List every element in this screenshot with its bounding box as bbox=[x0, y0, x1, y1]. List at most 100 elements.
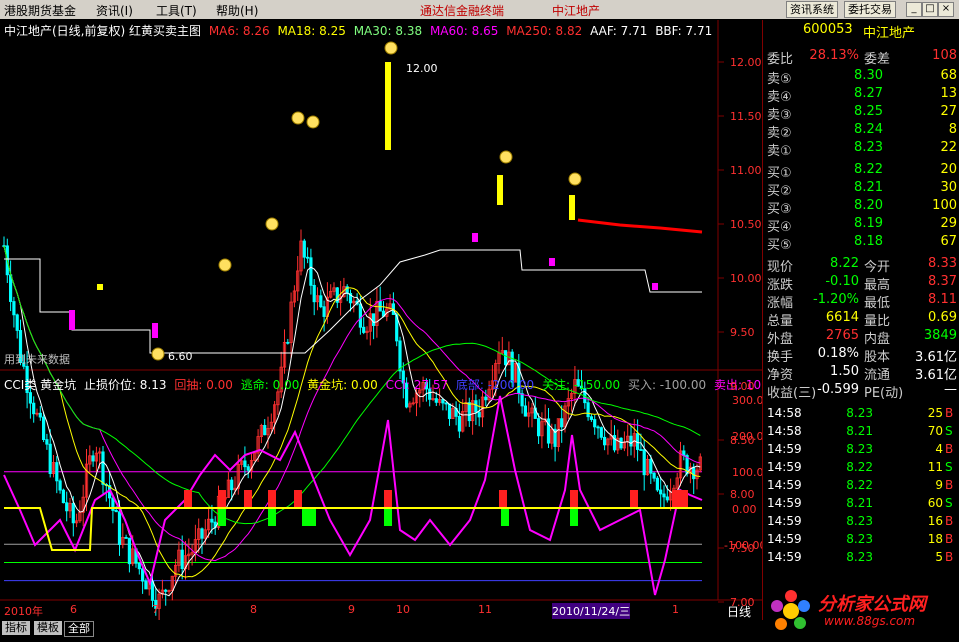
tick-row: 14:59 8.23 18 B bbox=[763, 532, 959, 550]
stat-value-2: 8.33 bbox=[928, 256, 957, 271]
tick-row: 14:58 8.23 25 B bbox=[763, 406, 959, 424]
stat-value: 0.18% bbox=[817, 346, 859, 361]
tick-price: 8.21 bbox=[846, 424, 873, 438]
minimize-icon[interactable]: _ bbox=[906, 2, 922, 17]
candle-body bbox=[286, 341, 290, 344]
news-system-button[interactable]: 资讯系统 bbox=[786, 1, 838, 18]
period-selector[interactable]: 日线 bbox=[727, 603, 751, 620]
stat-row: 涨跌 -0.10 最高 8.37 bbox=[763, 274, 959, 293]
ask-price: 8.30 bbox=[854, 68, 883, 83]
price-tick: 11.50 bbox=[730, 110, 762, 123]
escape-block bbox=[268, 509, 276, 526]
stat-label: 现价 bbox=[767, 260, 794, 275]
ask-price: 8.24 bbox=[854, 122, 883, 137]
tick-row: 14:58 8.21 70 S bbox=[763, 424, 959, 442]
ask-price: 8.27 bbox=[854, 86, 883, 101]
ask-price: 8.23 bbox=[854, 140, 883, 155]
high-price-label: 12.00 bbox=[406, 62, 438, 75]
tick-price: 8.22 bbox=[846, 478, 873, 492]
bid-row[interactable]: 买⑤ 8.18 67 bbox=[763, 234, 959, 253]
signal-bar-yellow bbox=[569, 195, 575, 220]
ask-row[interactable]: 卖③ 8.25 27 bbox=[763, 104, 959, 123]
pullback-value: 回抽: 0.00 bbox=[174, 378, 233, 392]
tab-indicator[interactable]: 指标 bbox=[2, 621, 30, 635]
bbf-value: BBF: 7.71 bbox=[655, 24, 713, 38]
logo-url: www.88gs.com bbox=[824, 614, 916, 628]
tick-time: 14:58 bbox=[767, 406, 802, 420]
candle-body bbox=[503, 350, 508, 366]
ask-row[interactable]: 卖② 8.24 8 bbox=[763, 122, 959, 141]
stat-row: 收益(三) -0.599 PE(动) — bbox=[763, 382, 959, 401]
candle-body bbox=[243, 460, 247, 468]
tab-template[interactable]: 模板 bbox=[34, 621, 62, 635]
ma18-value: MA18: 8.25 bbox=[277, 24, 346, 38]
stat-label: 总量 bbox=[767, 314, 794, 329]
candle-body bbox=[8, 274, 13, 302]
stat-label: 外盘 bbox=[767, 332, 794, 347]
tick-side: B bbox=[945, 514, 954, 528]
bid-row[interactable]: 买① 8.22 20 bbox=[763, 162, 959, 181]
bid-row[interactable]: 买② 8.21 30 bbox=[763, 180, 959, 199]
candle-body bbox=[662, 493, 666, 498]
candle-body bbox=[305, 256, 310, 259]
tick-row: 14:59 8.21 60 S bbox=[763, 496, 959, 514]
bid-volume: 20 bbox=[940, 162, 957, 177]
candle-body bbox=[137, 562, 141, 570]
stat-row: 涨幅 -1.20% 最低 8.11 bbox=[763, 292, 959, 311]
bid-price: 8.20 bbox=[854, 198, 883, 213]
escape-block bbox=[501, 509, 509, 526]
goldpit-value: 黄金坑: 0.00 bbox=[307, 378, 378, 392]
ask-row[interactable]: 卖⑤ 8.30 68 bbox=[763, 68, 959, 87]
price-tick: 9.00 bbox=[730, 380, 755, 393]
pullback-block bbox=[268, 490, 276, 507]
tab-all[interactable]: 全部 bbox=[64, 621, 94, 637]
candle-body bbox=[596, 426, 600, 429]
candle-body bbox=[28, 392, 33, 404]
cci-tick: 0.00 bbox=[732, 503, 757, 516]
ask-row[interactable]: 卖④ 8.27 13 bbox=[763, 86, 959, 105]
weibi-value: 28.13% bbox=[809, 48, 859, 63]
watch-value: 关注: -150.00 bbox=[541, 378, 621, 392]
ask-row[interactable]: 卖① 8.23 22 bbox=[763, 140, 959, 159]
candle-body bbox=[124, 537, 128, 539]
candle-body bbox=[309, 257, 313, 286]
candle-body bbox=[477, 411, 481, 418]
ask-volume: 13 bbox=[940, 86, 957, 101]
price-tick: 8.00 bbox=[730, 488, 755, 501]
tick-volume: 18 bbox=[927, 532, 943, 546]
bid-row[interactable]: 买④ 8.19 29 bbox=[763, 216, 959, 235]
stat-value: 8.22 bbox=[830, 256, 859, 271]
tick-side: B bbox=[945, 532, 954, 546]
restore-icon[interactable]: □ bbox=[922, 2, 938, 17]
tick-side: S bbox=[945, 496, 953, 510]
candle-body bbox=[371, 313, 376, 326]
close-icon[interactable]: × bbox=[938, 2, 954, 17]
candle-body bbox=[603, 436, 607, 446]
stat-label-2: 今开 bbox=[864, 260, 891, 275]
bid-row[interactable]: 买③ 8.20 100 bbox=[763, 198, 959, 217]
candle-body bbox=[484, 396, 488, 401]
stat-value: 2765 bbox=[825, 328, 859, 343]
tick-volume: 4 bbox=[935, 442, 943, 456]
price-tick: 9.50 bbox=[730, 326, 755, 339]
trade-order-button[interactable]: 委托交易 bbox=[844, 1, 896, 18]
goldpit-line bbox=[4, 507, 702, 551]
ask-label: 卖① bbox=[767, 144, 792, 159]
tick-row: 14:59 8.23 5 B bbox=[763, 550, 959, 568]
tick-volume: 70 bbox=[927, 424, 943, 438]
signal-bar-magenta bbox=[152, 323, 158, 338]
cci-tick: -100.00 bbox=[724, 539, 767, 552]
site-logo: 分析家公式网 www.88gs.com bbox=[762, 586, 959, 636]
price-tick: 10.00 bbox=[730, 272, 762, 285]
stat-row: 总量 6614 量比 0.69 bbox=[763, 310, 959, 329]
candle-body bbox=[474, 400, 478, 413]
candle-body bbox=[144, 580, 148, 590]
stat-label-2: 量比 bbox=[864, 314, 891, 329]
weicha-label: 委差 bbox=[864, 52, 891, 67]
chart-area[interactable] bbox=[0, 0, 762, 620]
stat-label-2: 内盘 bbox=[864, 332, 891, 347]
buy-value: 买入: -100.00 bbox=[627, 378, 707, 392]
price-tick: 12.00 bbox=[730, 56, 762, 69]
main-chart-header: 中江地产(日线,前复权) 红黄买卖主图 MA6: 8.26 MA18: 8.25… bbox=[4, 22, 716, 39]
pullback-block bbox=[244, 490, 252, 507]
